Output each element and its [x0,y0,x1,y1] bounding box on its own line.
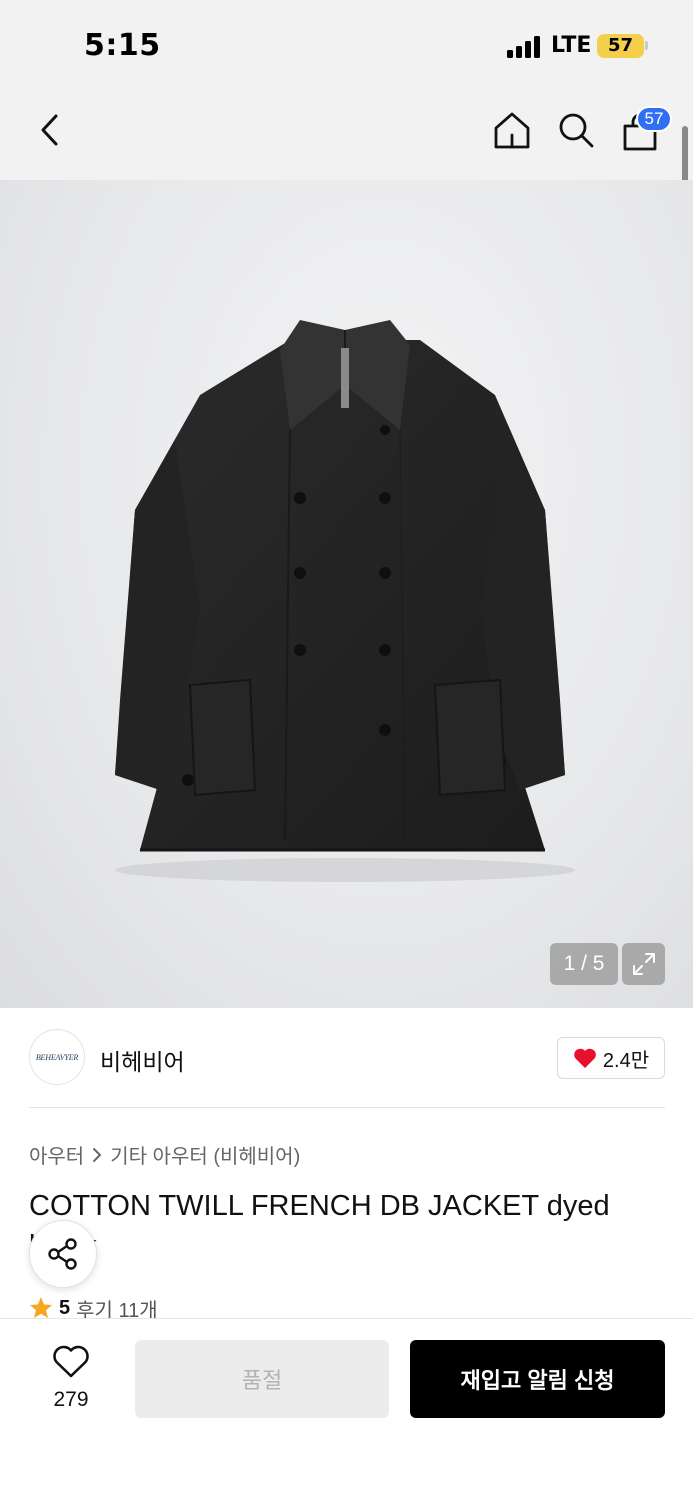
wishlist-count: 279 [53,1388,89,1411]
network-label: LTE [551,33,592,58]
back-button[interactable] [30,108,70,152]
home-button[interactable] [490,108,534,152]
brand-like-button[interactable]: 2.4만 [557,1037,665,1079]
search-button[interactable] [554,108,598,152]
soldout-button[interactable]: 품절 [135,1340,389,1418]
restock-alert-button[interactable]: 재입고 알림 신청 [410,1340,665,1418]
status-time: 5:15 [84,28,161,63]
chevron-left-icon [41,114,58,146]
jacket-photo [115,320,575,882]
brand-name[interactable]: 비헤비어 [100,1043,185,1077]
breadcrumb-subcategory[interactable]: 기타 아우터 (비헤비어) [110,1140,300,1169]
battery-tip [645,41,648,50]
cart-count-badge: 57 [636,106,672,132]
share-button[interactable] [29,1220,97,1288]
status-bar: 5:15 LTE 57 [0,0,693,90]
brand-logo[interactable]: BEHEAVYER [29,1029,85,1085]
divider [29,1107,665,1108]
wishlist-button[interactable]: 279 [40,1345,102,1412]
star-icon [30,1297,52,1318]
share-icon [48,1238,77,1270]
heart-outline-icon [53,1345,89,1378]
product-title: COTTON TWILL FRENCH DB JACKET dyed black [29,1190,610,1262]
search-icon [559,113,594,148]
battery-icon: 57 [597,34,644,58]
image-counter: 1 / 5 [550,943,618,985]
signal-icon [507,36,543,58]
heart-filled-icon [574,1048,596,1068]
expand-icon [632,953,655,975]
brand-like-count: 2.4만 [602,1049,650,1072]
home-icon [494,112,530,149]
breadcrumb-category[interactable]: 아우터 [29,1140,84,1169]
breadcrumb: 아우터 기타 아우터 (비헤비어) [29,1140,300,1169]
rating-score: 5 [59,1297,71,1319]
rating-row[interactable]: 5 후기 11개 [29,1297,158,1319]
review-count: 후기 11개 [76,1299,158,1320]
expand-button[interactable] [622,943,665,985]
chevron-right-icon [93,1147,102,1162]
brand-logo-text: BEHEAVYER [35,1052,79,1062]
product-image[interactable] [0,180,693,1008]
